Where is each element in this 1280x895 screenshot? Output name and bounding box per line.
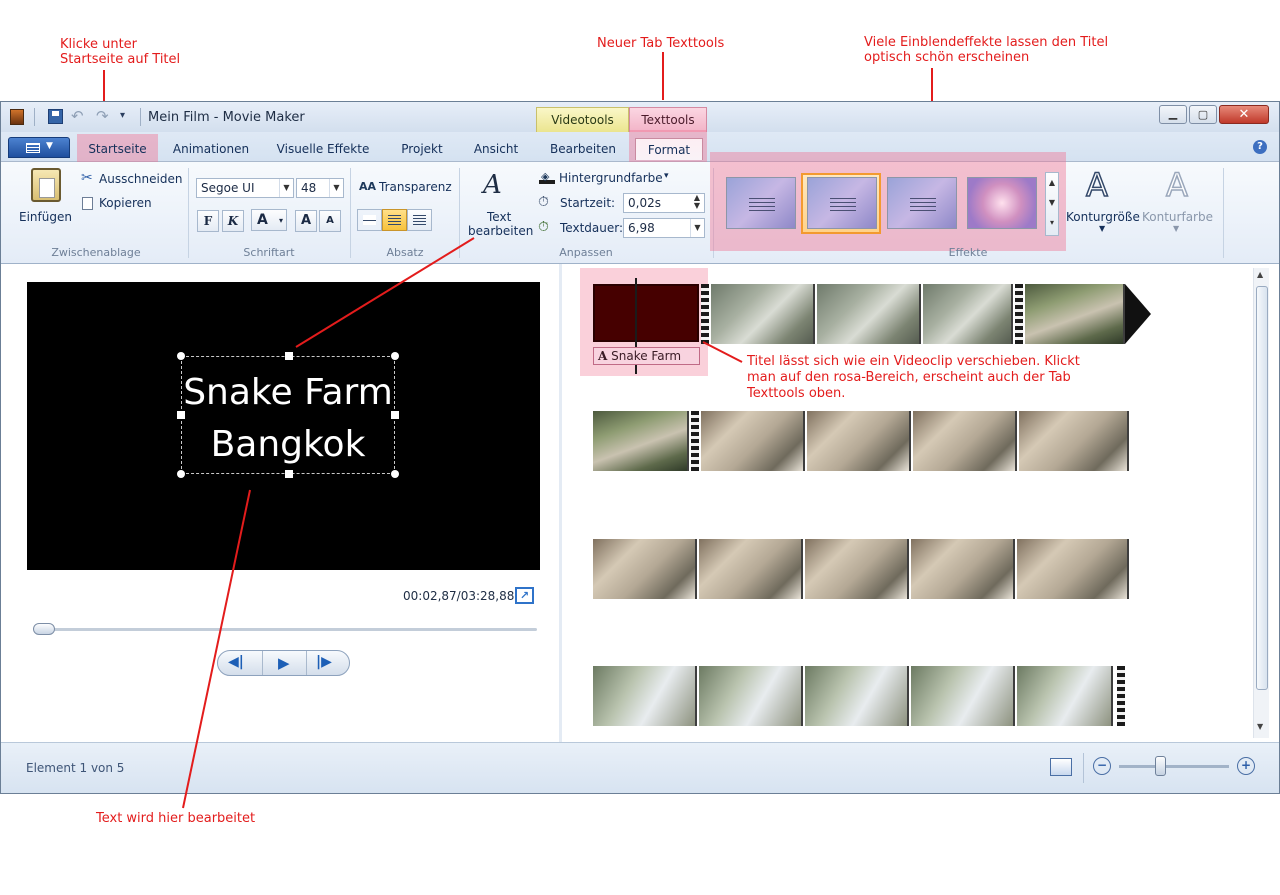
annotation-line-edit-text bbox=[295, 237, 475, 348]
annotation-line-title-move bbox=[702, 341, 743, 363]
annotation-line-text-here bbox=[182, 489, 251, 809]
annotation-lines-overlay bbox=[182, 237, 743, 809]
